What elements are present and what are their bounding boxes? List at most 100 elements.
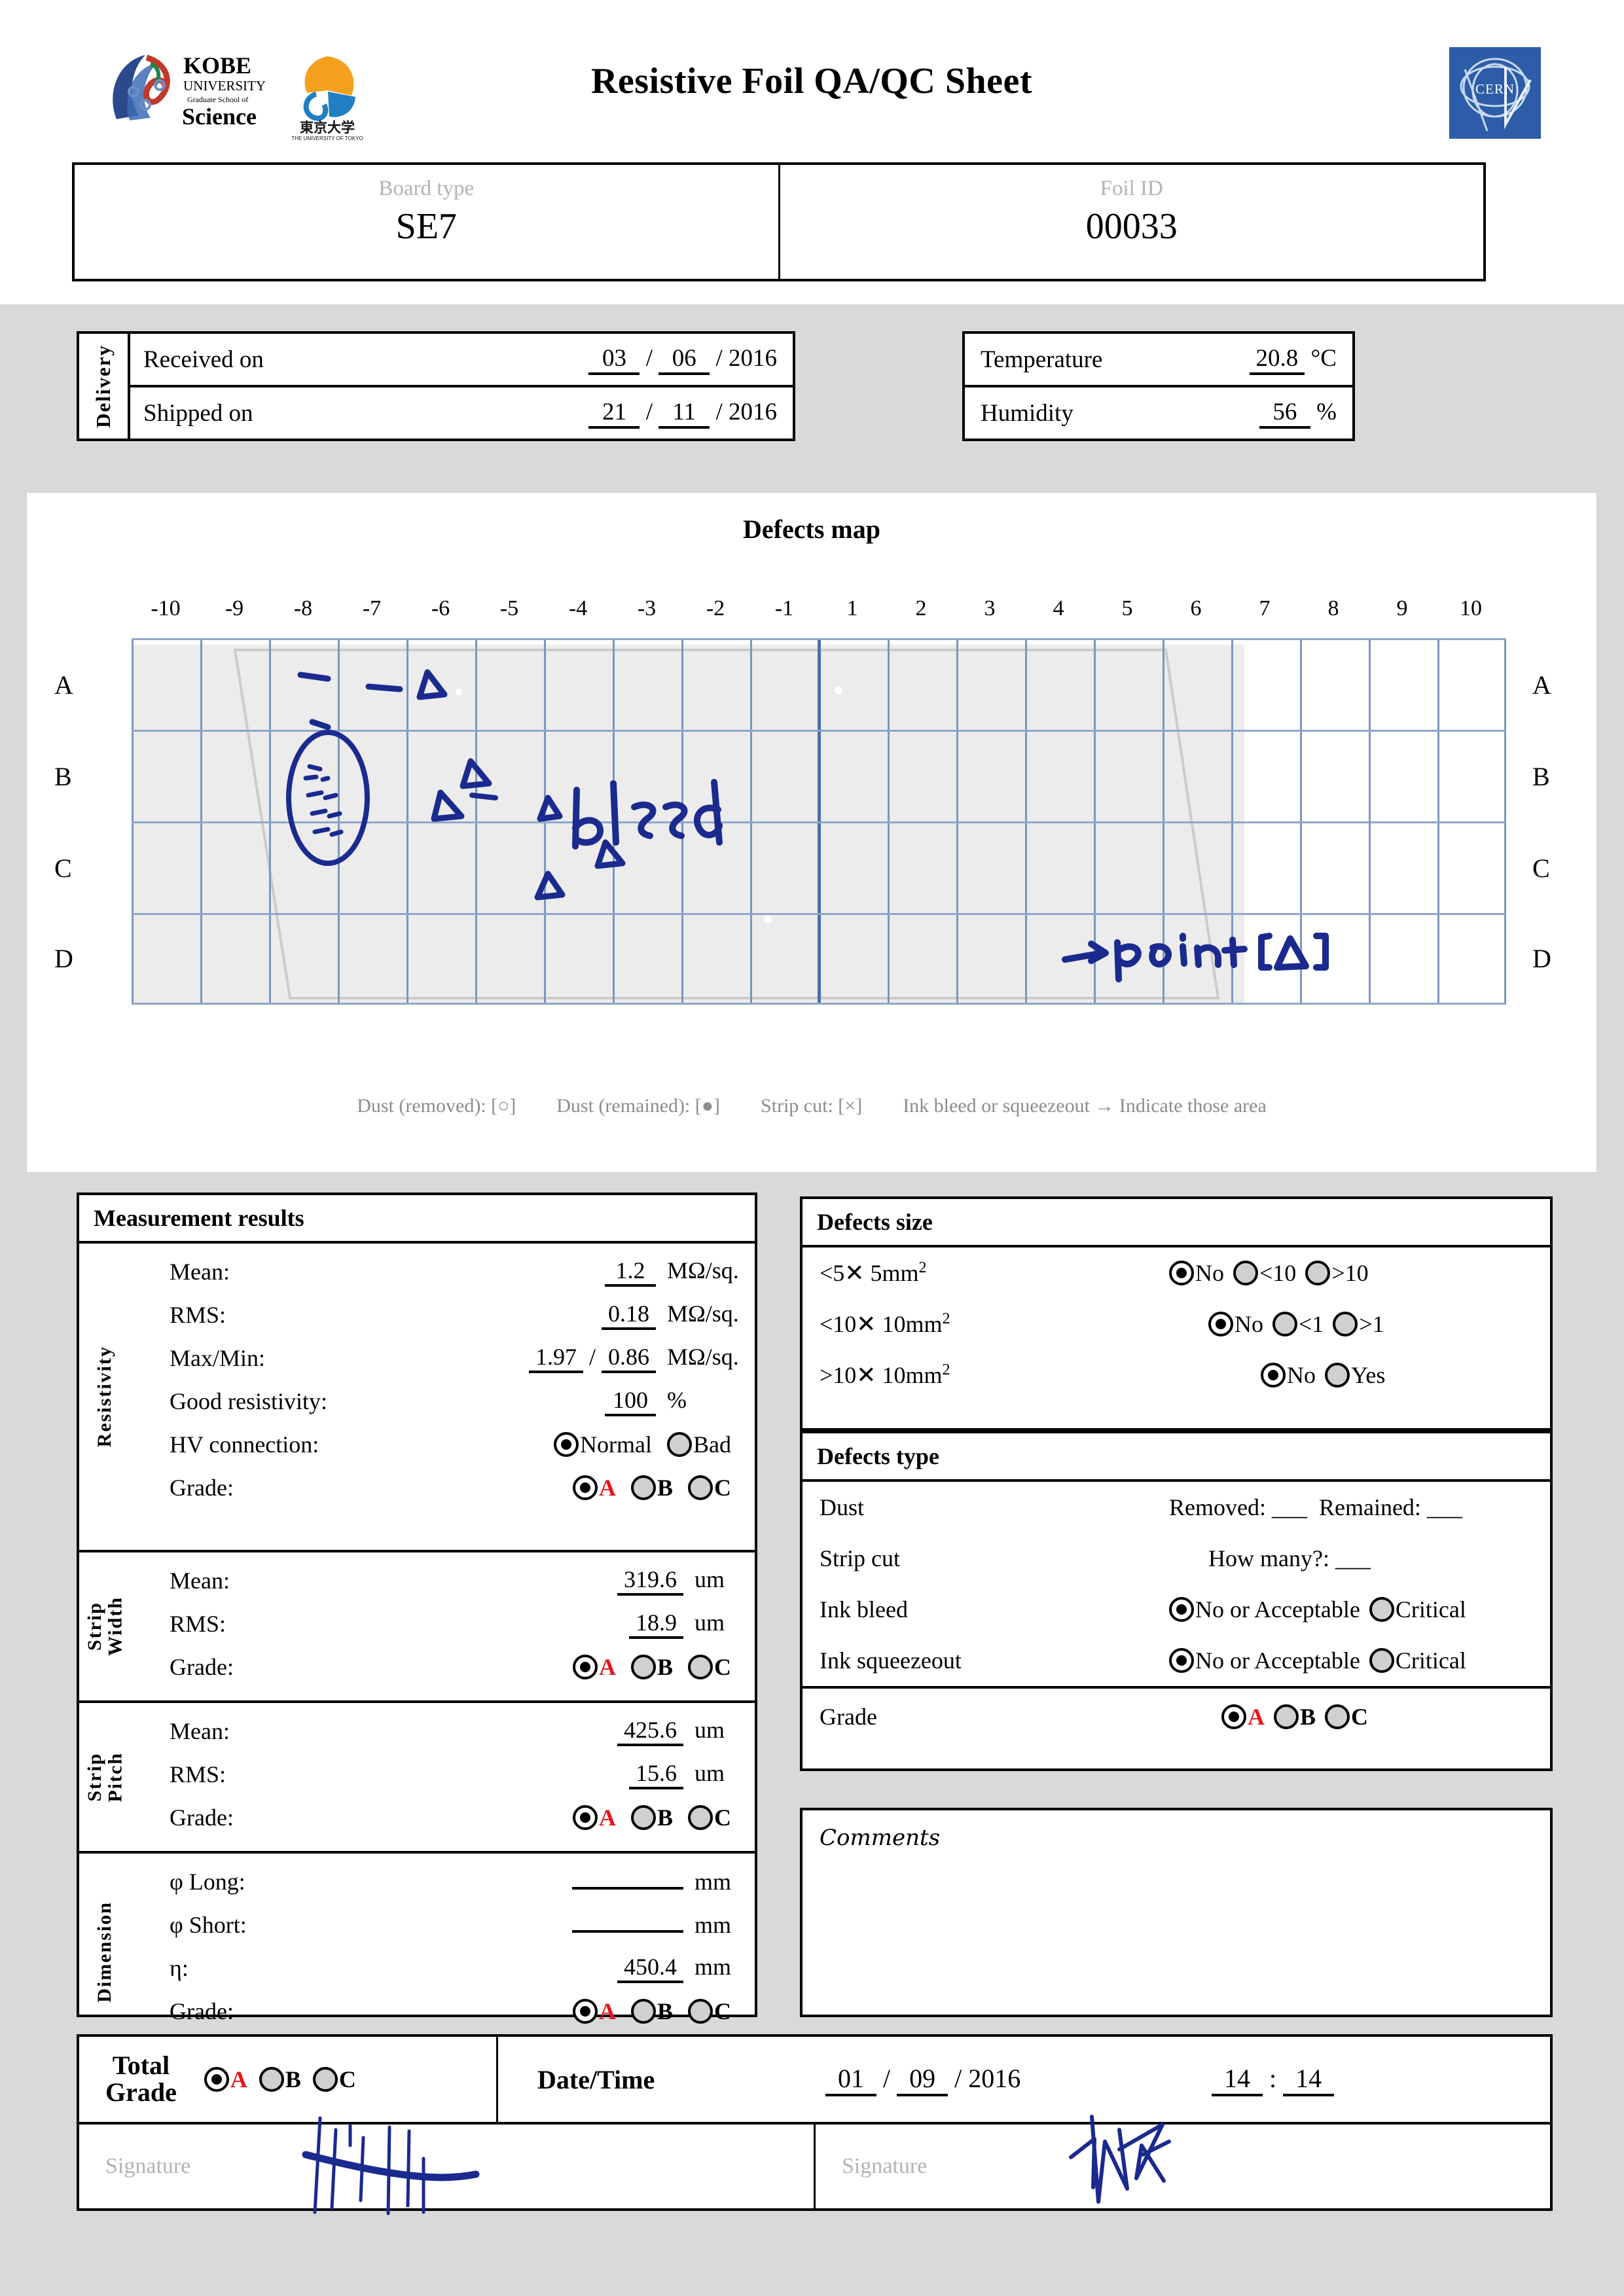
signature-cell-left[interactable]: Signature xyxy=(79,2116,816,2215)
defects-size-10x10-no-radio[interactable] xyxy=(1208,1312,1233,1336)
dimension-long-value[interactable] xyxy=(572,1887,683,1890)
received-on-date[interactable]: 03 / 06 / 2016 xyxy=(588,344,777,375)
ink-squeezeout-acceptable-label: No or Acceptable xyxy=(1195,1647,1360,1674)
hv-connection-options[interactable]: Normal Bad xyxy=(554,1431,740,1458)
strip-width-rms-group[interactable]: 18.9 um xyxy=(629,1609,740,1639)
resistivity-mean-value[interactable]: 1.2 xyxy=(605,1257,656,1287)
defects-type-grade-a-radio[interactable] xyxy=(1221,1704,1246,1729)
temperature-value-group[interactable]: 20.8 °C xyxy=(1249,344,1337,375)
footer-time-hour[interactable]: 14 xyxy=(1212,2063,1263,2096)
shipped-month[interactable]: 11 xyxy=(659,398,710,429)
strip-pitch-grade-a-radio[interactable] xyxy=(572,1805,598,1830)
total-grade-c-radio[interactable] xyxy=(312,2067,338,2092)
received-day[interactable]: 03 xyxy=(588,344,640,375)
foil-id-value[interactable]: 00033 xyxy=(780,206,1484,247)
resistivity-grade-c-radio[interactable] xyxy=(688,1475,713,1500)
dimension-short-value[interactable] xyxy=(572,1930,683,1933)
defects-size-5x5-no-radio[interactable] xyxy=(1169,1261,1194,1285)
strip-width-grade-a-radio[interactable] xyxy=(572,1655,598,1679)
shipped-day[interactable]: 21 xyxy=(588,398,640,429)
resistivity-grade-options[interactable]: A B C xyxy=(572,1474,740,1501)
dimension-long-label: φ Long: xyxy=(170,1869,245,1895)
temperature-value[interactable]: 20.8 xyxy=(1249,344,1305,375)
dimension-short-group[interactable]: mm xyxy=(572,1911,740,1939)
footer-date-day[interactable]: 01 xyxy=(825,2063,876,2096)
strip-cut-value[interactable]: ___ xyxy=(1335,1545,1371,1572)
footer-date-group[interactable]: 01 / 09 / 2016 xyxy=(825,2063,1020,2096)
shipped-on-date[interactable]: 21 / 11 / 2016 xyxy=(588,398,777,429)
strip-width-grade-options[interactable]: A B C xyxy=(572,1653,740,1681)
defects-type-grade-options[interactable]: A B C xyxy=(1221,1703,1377,1731)
resistivity-maxmin-value-group[interactable]: 1.97 / 0.86 MΩ/sq. xyxy=(528,1343,740,1373)
resistivity-grade-a-radio[interactable] xyxy=(572,1475,598,1500)
defects-size-5x5-gt10-radio[interactable] xyxy=(1305,1261,1331,1285)
dimension-eta-value[interactable]: 450.4 xyxy=(617,1953,683,1983)
strip-pitch-rms-group[interactable]: 15.6 um xyxy=(629,1759,740,1789)
dimension-grade-options[interactable]: A B C xyxy=(572,1998,740,2025)
defects-size-5x5-lt10-radio[interactable] xyxy=(1233,1261,1258,1285)
ink-squeezeout-critical-radio[interactable] xyxy=(1369,1648,1394,1673)
humidity-value[interactable]: 56 xyxy=(1259,398,1310,429)
strip-width-mean-value[interactable]: 319.6 xyxy=(617,1566,683,1596)
signature-handwriting-right xyxy=(1069,2115,1171,2204)
strip-cut-count[interactable]: How many?: ___ xyxy=(1208,1545,1371,1572)
resistivity-grade-b-radio[interactable] xyxy=(630,1475,656,1500)
strip-pitch-grade-c-radio[interactable] xyxy=(688,1805,713,1830)
dust-removed-value[interactable]: ___ xyxy=(1272,1494,1307,1521)
signature-cell-right[interactable]: Signature xyxy=(816,2115,1550,2208)
dimension-grade-b-radio[interactable] xyxy=(630,1999,656,2024)
ink-bleed-critical-radio[interactable] xyxy=(1369,1597,1394,1622)
ink-bleed-options[interactable]: No or Acceptable Critical xyxy=(1169,1596,1475,1623)
strip-width-grade-c-radio[interactable] xyxy=(688,1655,713,1679)
defects-size-gt10x10-no-radio[interactable] xyxy=(1261,1363,1286,1388)
comments-text[interactable] xyxy=(803,1851,1550,1864)
ink-squeezeout-options[interactable]: No or Acceptable Critical xyxy=(1169,1647,1475,1674)
board-type-value[interactable]: SE7 xyxy=(75,206,778,247)
dust-remained-value[interactable]: ___ xyxy=(1427,1494,1462,1521)
strip-pitch-mean-group[interactable]: 425.6 um xyxy=(617,1716,740,1746)
total-grade-b-radio[interactable] xyxy=(259,2067,284,2092)
strip-pitch-rms-value[interactable]: 15.6 xyxy=(629,1759,683,1789)
strip-pitch-grade-options[interactable]: A B C xyxy=(572,1804,740,1831)
dust-counts[interactable]: Removed: ___ Remained: ___ xyxy=(1169,1494,1462,1521)
defects-size-gt10x10-options[interactable]: No Yes xyxy=(1261,1361,1394,1389)
humidity-value-group[interactable]: 56 % xyxy=(1259,398,1337,429)
footer-date-month[interactable]: 09 xyxy=(897,2063,948,2096)
strip-width-mean-row: Mean: 319.6 um xyxy=(130,1559,755,1602)
total-grade-a-radio[interactable] xyxy=(204,2067,229,2092)
footer-time-group[interactable]: 14 : 14 xyxy=(1212,2063,1335,2096)
comments-panel[interactable]: Comments xyxy=(800,1808,1553,2017)
strip-pitch-mean-value[interactable]: 425.6 xyxy=(617,1716,683,1746)
resistivity-max-value[interactable]: 1.97 xyxy=(528,1343,583,1373)
footer-date-year: 2016 xyxy=(968,2063,1021,2093)
strip-width-rms-value[interactable]: 18.9 xyxy=(629,1609,683,1639)
resistivity-mean-value-group[interactable]: 1.2 MΩ/sq. xyxy=(605,1257,740,1287)
dimension-eta-group[interactable]: 450.4 mm xyxy=(617,1953,740,1983)
resistivity-min-value[interactable]: 0.86 xyxy=(602,1343,656,1373)
received-month[interactable]: 06 xyxy=(659,344,710,375)
defects-size-gt10x10-yes-radio[interactable] xyxy=(1325,1363,1350,1388)
resistivity-rms-value[interactable]: 0.18 xyxy=(602,1300,656,1330)
defects-size-10x10-lt1-radio[interactable] xyxy=(1272,1312,1297,1336)
strip-width-mean-group[interactable]: 319.6 um xyxy=(617,1566,740,1596)
strip-width-grade-b-radio[interactable] xyxy=(630,1655,656,1679)
good-resistivity-value-group[interactable]: 100 % xyxy=(605,1386,740,1416)
dimension-grade-c-radio[interactable] xyxy=(688,1999,713,2024)
defects-size-10x10-gt1-radio[interactable] xyxy=(1333,1312,1358,1336)
ink-squeezeout-acceptable-radio[interactable] xyxy=(1169,1648,1194,1673)
dimension-long-group[interactable]: mm xyxy=(572,1868,740,1895)
defects-size-5x5-options[interactable]: No <10 >10 xyxy=(1169,1259,1378,1287)
dimension-grade-a-radio[interactable] xyxy=(572,1999,598,2024)
hv-normal-radio[interactable] xyxy=(554,1432,579,1457)
ink-bleed-acceptable-radio[interactable] xyxy=(1169,1597,1194,1622)
resistivity-rms-value-group[interactable]: 0.18 MΩ/sq. xyxy=(602,1300,740,1330)
defects-size-10x10-options[interactable]: No <1 >1 xyxy=(1208,1310,1394,1338)
total-grade-options[interactable]: A B C xyxy=(204,2066,365,2093)
defects-type-grade-c-label: C xyxy=(1351,1704,1369,1730)
footer-time-minute[interactable]: 14 xyxy=(1283,2063,1335,2096)
good-resistivity-value[interactable]: 100 xyxy=(605,1386,656,1416)
strip-pitch-grade-b-radio[interactable] xyxy=(630,1805,656,1830)
hv-bad-radio[interactable] xyxy=(667,1432,692,1457)
defects-type-grade-c-radio[interactable] xyxy=(1325,1704,1350,1729)
defects-type-grade-b-radio[interactable] xyxy=(1274,1704,1299,1729)
